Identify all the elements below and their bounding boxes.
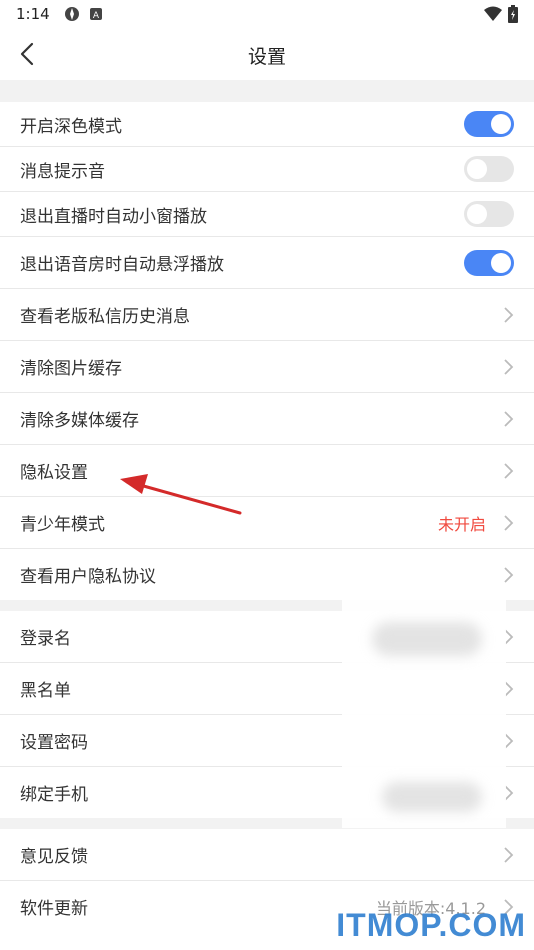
dark-mode-toggle[interactable] bbox=[464, 111, 514, 137]
keyboard-notification-icon: A bbox=[89, 8, 102, 21]
row-label: 软件更新 bbox=[20, 899, 88, 919]
row-label: 消息提示音 bbox=[20, 161, 105, 182]
dark-mode-row[interactable]: 开启深色模式 bbox=[0, 102, 534, 147]
teen-mode-status: 未开启 bbox=[437, 514, 486, 534]
chevron-right-icon bbox=[504, 358, 514, 375]
voice-room-float-row[interactable]: 退出语音房时自动悬浮播放 bbox=[0, 237, 534, 289]
login-name-row[interactable]: 登录名 bbox=[0, 611, 534, 663]
status-bar: 1:14 A bbox=[0, 0, 534, 28]
row-label: 退出语音房时自动悬浮播放 bbox=[20, 255, 224, 275]
row-label: 清除图片缓存 bbox=[20, 359, 122, 379]
chevron-right-icon bbox=[504, 306, 514, 323]
toggle-knob bbox=[467, 204, 487, 224]
chevron-right-icon bbox=[504, 566, 514, 583]
set-password-row[interactable]: 设置密码 bbox=[0, 715, 534, 767]
privacy-policy-row[interactable]: 查看用户隐私协议 bbox=[0, 549, 534, 600]
privacy-settings-row[interactable]: 隐私设置 bbox=[0, 445, 534, 497]
status-time: 1:14 bbox=[16, 5, 50, 23]
clear-media-cache-row[interactable]: 清除多媒体缓存 bbox=[0, 393, 534, 445]
message-sound-row[interactable]: 消息提示音 bbox=[0, 147, 534, 192]
old-messages-row[interactable]: 查看老版私信历史消息 bbox=[0, 289, 534, 341]
row-label: 登录名 bbox=[20, 629, 71, 649]
settings-section-account: 登录名 黑名单 设置密码 绑定手机 bbox=[0, 611, 534, 818]
live-mini-window-toggle[interactable] bbox=[464, 201, 514, 227]
section-divider bbox=[0, 600, 534, 611]
app-notification-icon bbox=[64, 7, 79, 21]
status-icons bbox=[484, 5, 518, 23]
settings-section-general: 开启深色模式 消息提示音 退出直播时自动小窗播放 退出语音房时自动悬浮播放 查看… bbox=[0, 102, 534, 600]
row-label: 开启深色模式 bbox=[20, 116, 122, 137]
section-divider bbox=[0, 80, 534, 102]
row-label: 查看用户隐私协议 bbox=[20, 567, 156, 587]
message-sound-toggle[interactable] bbox=[464, 156, 514, 182]
page-title: 设置 bbox=[247, 46, 286, 68]
row-label: 隐私设置 bbox=[20, 463, 88, 483]
row-label: 绑定手机 bbox=[20, 785, 88, 805]
battery-icon bbox=[508, 5, 518, 23]
toggle-knob bbox=[467, 159, 487, 179]
toggle-knob bbox=[491, 252, 511, 273]
toggle-knob bbox=[491, 114, 511, 134]
chevron-right-icon bbox=[504, 462, 514, 479]
chevron-right-icon bbox=[504, 410, 514, 427]
svg-text:A: A bbox=[93, 11, 100, 21]
chevron-right-icon bbox=[504, 784, 514, 801]
row-label: 清除多媒体缓存 bbox=[20, 411, 139, 431]
chevron-right-icon bbox=[504, 628, 514, 645]
wifi-icon bbox=[484, 6, 502, 21]
bind-phone-row[interactable]: 绑定手机 bbox=[0, 767, 534, 818]
blacklist-row[interactable]: 黑名单 bbox=[0, 663, 534, 715]
watermark-logo: ITMOP.COM bbox=[336, 907, 526, 943]
chevron-right-icon bbox=[504, 680, 514, 697]
clear-image-cache-row[interactable]: 清除图片缓存 bbox=[0, 341, 534, 393]
voice-room-float-toggle[interactable] bbox=[464, 249, 514, 276]
row-label: 黑名单 bbox=[20, 681, 71, 701]
chevron-right-icon bbox=[504, 514, 514, 531]
chevron-right-icon bbox=[504, 732, 514, 749]
feedback-row[interactable]: 意见反馈 bbox=[0, 829, 534, 881]
nav-bar: 设置 bbox=[0, 28, 534, 80]
live-mini-window-row[interactable]: 退出直播时自动小窗播放 bbox=[0, 192, 534, 237]
row-label: 青少年模式 bbox=[20, 515, 105, 535]
chevron-right-icon bbox=[504, 846, 514, 863]
row-label: 退出直播时自动小窗播放 bbox=[20, 206, 207, 227]
row-label: 设置密码 bbox=[20, 733, 88, 753]
row-label: 意见反馈 bbox=[20, 847, 88, 867]
section-divider bbox=[0, 818, 534, 829]
row-label: 查看老版私信历史消息 bbox=[20, 307, 190, 327]
teen-mode-row[interactable]: 青少年模式 未开启 bbox=[0, 497, 534, 549]
